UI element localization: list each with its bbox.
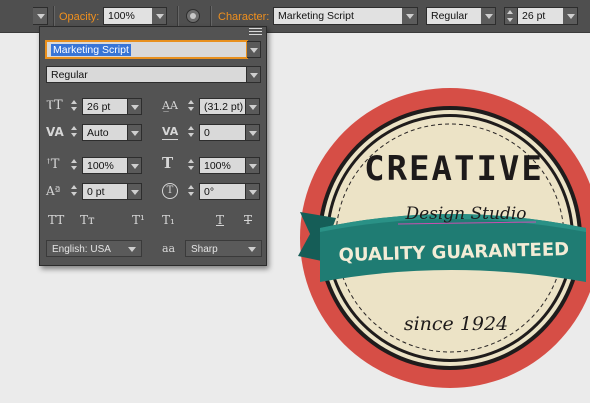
font-size-field[interactable]: 26 pt [517,7,564,25]
small-caps-button[interactable]: Tт [80,213,95,227]
font-size-stepper[interactable] [504,7,517,25]
style-dropdown-button[interactable] [33,7,48,25]
separator [53,6,54,26]
strikethrough-button[interactable]: T [244,213,252,227]
separator [210,6,211,26]
panel-font-family-field[interactable]: Marketing Script [46,41,247,58]
badge-subtitle: Design Studio [404,204,526,224]
antialias-select[interactable]: Sharp [185,240,262,257]
font-style-dropdown-button[interactable] [481,7,496,25]
font-size-icon: ⲦT [46,98,63,113]
character-rotation-icon: T [162,183,178,199]
all-caps-button[interactable]: TT [48,213,64,227]
kerning-icon: VA [46,125,64,139]
panel-rotation-dropdown[interactable] [246,183,260,200]
opacity-dropdown-button[interactable] [152,7,167,25]
leading-icon: A̲A [162,99,178,112]
panel-font-size-field[interactable]: 26 pt [82,98,128,115]
panel-kerning-dropdown[interactable] [128,124,142,141]
character-label[interactable]: Character: [218,11,269,23]
panel-vertical-scale-stepper[interactable] [69,157,81,174]
panel-leading-field[interactable]: (31.2 pt) [199,98,246,115]
superscript-button[interactable]: T¹ [132,213,145,227]
panel-kerning-stepper[interactable] [69,124,81,141]
tracking-icon: VA [162,125,179,140]
antialias-icon: aa [162,242,176,255]
vertical-scale-icon: ꜛT [46,157,60,172]
panel-menu-icon[interactable] [249,28,262,36]
panel-font-size-stepper[interactable] [69,98,81,115]
recolor-icon[interactable] [186,9,200,23]
panel-baseline-stepper[interactable] [69,183,81,200]
underline-button[interactable]: T [216,213,224,227]
recolor-icon-inner [190,13,196,19]
panel-baseline-dropdown[interactable] [128,183,142,200]
panel-baseline-field[interactable]: 0 pt [82,183,128,200]
panel-font-size-dropdown[interactable] [128,98,142,115]
panel-tracking-stepper[interactable] [186,124,198,141]
panel-font-style-dropdown[interactable] [247,66,261,83]
font-style-field[interactable]: Regular [426,7,482,25]
character-panel: Marketing Script Regular ⲦT 26 pt A̲A (3… [39,26,267,266]
panel-tracking-field[interactable]: 0 [199,124,246,141]
panel-horizontal-scale-field[interactable]: 100% [199,157,246,174]
panel-vertical-scale-field[interactable]: 100% [82,157,128,174]
badge-since: since 1924 [404,313,508,335]
panel-rotation-field[interactable]: 0° [199,183,246,200]
creative-badge-artwork[interactable]: CREATIVE Design Studio QUALITY GUARANTEE… [280,68,590,403]
baseline-shift-icon: Aª [46,184,61,198]
font-size-dropdown-button[interactable] [563,7,578,25]
panel-font-style-field[interactable]: Regular [46,66,247,83]
panel-font-family-dropdown[interactable] [247,41,261,58]
panel-horizontal-scale-stepper[interactable] [186,157,198,174]
opacity-label: Opacity: [59,11,100,23]
panel-font-family-text: Marketing Script [51,44,131,56]
badge-title: CREATIVE [364,149,544,189]
panel-vertical-scale-dropdown[interactable] [128,157,142,174]
horizontal-scale-icon: T [162,154,174,172]
panel-tracking-dropdown[interactable] [246,124,260,141]
panel-leading-stepper[interactable] [186,98,198,115]
panel-horizontal-scale-dropdown[interactable] [246,157,260,174]
font-family-dropdown-button[interactable] [402,7,418,25]
font-family-field[interactable]: Marketing Script [273,7,403,25]
subscript-button[interactable]: T₁ [162,213,175,227]
panel-kerning-field[interactable]: Auto [82,124,128,141]
separator [177,6,178,26]
panel-rotation-stepper[interactable] [186,183,198,200]
opacity-field[interactable]: 100% [103,7,153,25]
panel-leading-dropdown[interactable] [246,98,260,115]
language-select[interactable]: English: USA [46,240,142,257]
